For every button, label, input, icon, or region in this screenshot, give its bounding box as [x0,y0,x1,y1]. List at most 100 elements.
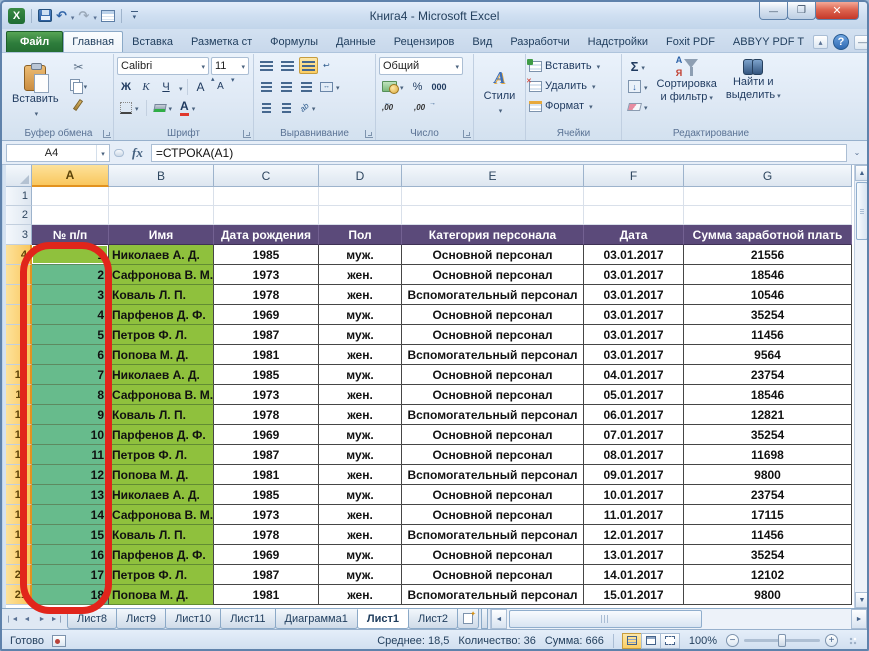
format-cells-button[interactable]: Формат [529,97,618,115]
cell-E8[interactable]: Основной персонал [402,325,584,345]
cell-B10[interactable]: Николаев А. Д. [109,365,214,385]
cell-D6[interactable]: жен. [319,285,402,305]
dialog-launcher-icon[interactable] [463,130,471,138]
cell-G20[interactable]: 12102 [684,565,852,585]
macro-record-icon[interactable] [51,634,66,647]
row-header-18[interactable]: 18 [6,525,32,545]
cell-G14[interactable]: 11698 [684,445,852,465]
cell-E12[interactable]: Вспомогательный персонал [402,405,584,425]
ribbon-tab-формулы[interactable]: Формулы [261,31,327,52]
cell-A7[interactable]: 4 [32,305,109,325]
delete-cells-button[interactable]: Удалить [526,77,618,95]
tab-split-handle[interactable] [481,609,488,629]
maximize-button[interactable] [787,2,816,20]
cell-D10[interactable]: муж. [319,365,402,385]
name-box-dropdown[interactable] [96,144,109,161]
increase-decimal-button[interactable] [379,99,409,116]
cell-C6[interactable]: 1978 [214,285,319,305]
cell-G10[interactable]: 23754 [684,365,852,385]
cell-C15[interactable]: 1981 [214,465,319,485]
borders-button[interactable] [117,99,142,116]
cell-E7[interactable]: Основной персонал [402,305,584,325]
cell-G9[interactable]: 9564 [684,345,852,365]
cell-B16[interactable]: Николаев А. Д. [109,485,214,505]
cell-D2[interactable] [319,206,402,225]
fill-button[interactable] [625,78,651,95]
column-header-C[interactable]: C [214,165,319,187]
row-header-3[interactable]: 3 [6,225,32,245]
column-header-D[interactable]: D [319,165,402,187]
ribbon-tab-abbyy-pdf-t[interactable]: ABBYY PDF T [724,31,813,52]
ribbon-tab-главная[interactable]: Главная [63,31,124,52]
zoom-slider-track[interactable] [744,634,820,647]
row-header-11[interactable]: 11 [6,385,32,405]
insert-function-button[interactable]: fx [128,145,147,161]
align-center-button[interactable] [277,78,295,95]
wrap-text-button[interactable] [320,57,339,74]
underline-button[interactable]: Ч [157,78,175,95]
cell-A15[interactable]: 12 [32,465,109,485]
name-box[interactable]: A4 [6,143,110,162]
font-name-combo[interactable]: Calibri [117,56,209,75]
cell-D13[interactable]: муж. [319,425,402,445]
cell-F20[interactable]: 14.01.2017 [584,565,684,585]
format-painter-button[interactable] [67,96,91,113]
cell-G16[interactable]: 23754 [684,485,852,505]
zoom-out-button[interactable]: − [726,634,739,647]
resize-grip[interactable] [847,635,859,647]
cell-F21[interactable]: 15.01.2017 [584,585,684,605]
sheet-tab-лист1[interactable]: Лист1 [356,609,409,629]
scroll-up-icon[interactable]: ▲ [855,165,867,181]
cell-D1[interactable] [319,187,402,206]
cell-B11[interactable]: Сафронова В. М. [109,385,214,405]
align-left-button[interactable] [257,78,275,95]
cell-C13[interactable]: 1969 [214,425,319,445]
ribbon-tab-разметка-ст[interactable]: Разметка ст [182,31,261,52]
cell-C21[interactable]: 1981 [214,585,319,605]
row-header-9[interactable]: 9 [6,345,32,365]
column-header-G[interactable]: G [684,165,852,187]
workbook-minimize-button[interactable]: — [854,34,867,50]
ribbon-tab-данные[interactable]: Данные [327,31,385,52]
cell-B6[interactable]: Коваль Л. П. [109,285,214,305]
scroll-left-icon[interactable]: ◄ [491,609,507,629]
cell-E18[interactable]: Вспомогательный персонал [402,525,584,545]
cell-F12[interactable]: 06.01.2017 [584,405,684,425]
cell-C8[interactable]: 1987 [214,325,319,345]
cell-A4[interactable]: 1 [32,245,109,265]
cell-G4[interactable]: 21556 [684,245,852,265]
cell-G7[interactable]: 35254 [684,305,852,325]
row-header-6[interactable]: 6 [6,285,32,305]
decrease-decimal-button[interactable] [411,99,441,116]
chevron-down-icon[interactable] [177,78,183,96]
cell-A14[interactable]: 11 [32,445,109,465]
fill-color-button[interactable] [151,99,176,116]
cell-C5[interactable]: 1973 [214,265,319,285]
save-icon[interactable] [38,9,52,22]
cell-G1[interactable] [684,187,852,206]
cell-E11[interactable]: Основной персонал [402,385,584,405]
scroll-down-icon[interactable]: ▼ [855,592,867,608]
ribbon-tab-разработчи[interactable]: Разработчи [501,31,578,52]
cell-C11[interactable]: 1973 [214,385,319,405]
cell-E1[interactable] [402,187,584,206]
cell-D16[interactable]: муж. [319,485,402,505]
cell-A1[interactable] [32,187,109,206]
cell-E10[interactable]: Основной персонал [402,365,584,385]
cell-F7[interactable]: 03.01.2017 [584,305,684,325]
cell-A19[interactable]: 16 [32,545,109,565]
font-size-combo[interactable]: 11 [211,56,249,75]
cell-C14[interactable]: 1987 [214,445,319,465]
cell-E20[interactable]: Основной персонал [402,565,584,585]
cell-F10[interactable]: 04.01.2017 [584,365,684,385]
cell-C10[interactable]: 1985 [214,365,319,385]
cell-A8[interactable]: 5 [32,325,109,345]
vertical-scrollbar-track[interactable] [855,241,867,592]
cell-D5[interactable]: жен. [319,265,402,285]
undo-dropdown-icon[interactable] [71,7,75,25]
row-header-15[interactable]: 15 [6,465,32,485]
cell-E19[interactable]: Основной персонал [402,545,584,565]
dialog-launcher-icon[interactable] [365,130,373,138]
insert-sheet-button[interactable] [457,609,479,629]
cell-G3[interactable]: Сумма заработной плать [684,225,852,245]
